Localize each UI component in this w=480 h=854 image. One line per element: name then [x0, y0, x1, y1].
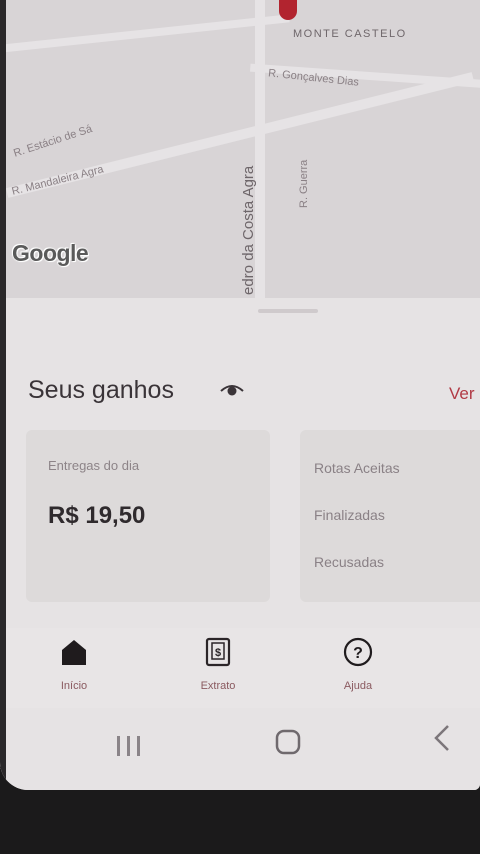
map-label-street-small: R. Guerra	[298, 159, 310, 208]
google-logo: Google	[12, 240, 89, 266]
svg-text:$: $	[215, 647, 221, 659]
routes-stats-card: Rotas Aceitas Finalizadas Recusadas	[300, 430, 480, 602]
earnings-title: Seus ganhos	[28, 376, 174, 404]
back-icon[interactable]	[430, 724, 454, 752]
nav-item-home[interactable]: Início	[24, 628, 124, 708]
stat-accepted-routes: Rotas Aceitas	[314, 460, 400, 476]
deliveries-label: Entregas do dia	[48, 458, 140, 473]
stat-declined: Recusadas	[314, 554, 385, 570]
device-bezel	[0, 0, 6, 790]
map-pin-icon[interactable]	[279, 0, 297, 20]
map-label-street-estacio: R. Estácio de Sá	[12, 122, 94, 160]
home-button-icon[interactable]	[274, 728, 302, 756]
map[interactable]: MONTE CASTELO R. Gonçalves Dias R. Estác…	[0, 0, 480, 300]
phone-screen: MONTE CASTELO R. Gonçalves Dias R. Estác…	[0, 0, 480, 790]
see-more-link[interactable]: Ver	[449, 384, 475, 404]
map-label-neighborhood: MONTE CASTELO	[293, 28, 407, 40]
earnings-sheet: Seus ganhos Ver Entregas do dia R$ 19,50…	[0, 298, 480, 628]
map-label-street-mandaleira: R. Mandaleira Agra	[10, 163, 105, 198]
help-icon: ?	[343, 637, 373, 667]
map-road	[0, 14, 290, 54]
map-label-street-costa-agra: edro da Costa Agra	[240, 165, 257, 295]
deliveries-value: R$ 19,50	[48, 502, 146, 529]
nav-label-home: Início	[60, 680, 88, 692]
daily-deliveries-card: Entregas do dia R$ 19,50	[26, 430, 270, 602]
svg-text:?: ?	[353, 645, 363, 662]
nav-item-help[interactable]: ? Ajuda	[308, 628, 408, 708]
stat-finished: Finalizadas	[314, 507, 385, 523]
nav-item-statement[interactable]: $ Extrato	[168, 628, 268, 708]
home-icon	[62, 640, 86, 665]
nav-label-statement: Extrato	[200, 680, 236, 692]
statement-icon: $	[205, 637, 231, 667]
recent-apps-icon[interactable]	[114, 734, 144, 758]
eye-icon[interactable]	[219, 382, 245, 398]
drag-handle[interactable]	[258, 309, 318, 313]
bottom-nav: Início $ Extrato ? Ajuda	[0, 628, 480, 708]
nav-label-help: Ajuda	[343, 680, 373, 692]
system-navigation-bar	[0, 708, 480, 790]
